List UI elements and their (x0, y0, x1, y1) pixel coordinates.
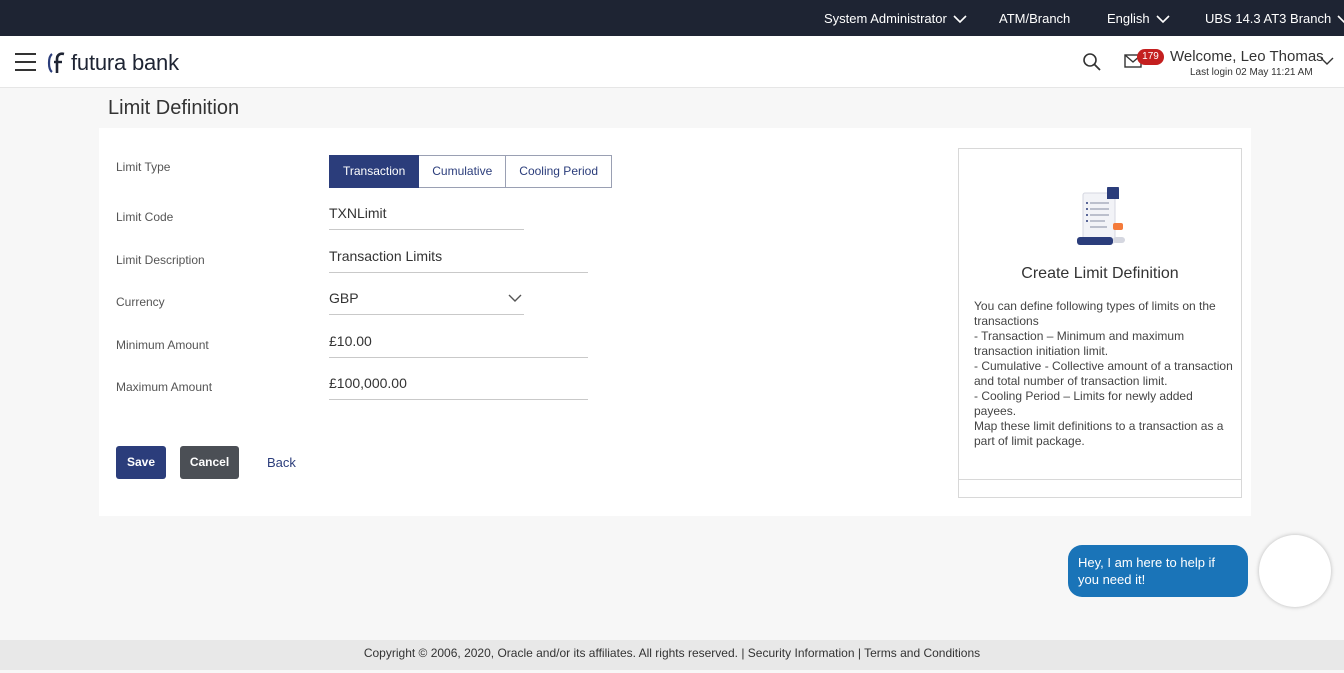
location-label: ATM/Branch (999, 11, 1071, 26)
help-line: You can define following types of limits… (974, 299, 1216, 328)
tab-cumulative[interactable]: Cumulative (419, 155, 507, 188)
language-label: English (1107, 11, 1150, 26)
app-header: futura bank 179 Welcome, Leo Thomas Last… (0, 36, 1344, 88)
top-bar: System Administrator ATM/Branch English … (0, 0, 1344, 36)
copyright-text: Copyright © 2006, 2020, Oracle and/or it… (363, 646, 738, 660)
branch-dropdown[interactable]: UBS 14.3 AT3 Branch (1205, 11, 1344, 26)
branch-label: UBS 14.3 AT3 Branch (1205, 11, 1332, 26)
chevron-down-icon (1337, 14, 1344, 23)
chevron-down-icon (953, 14, 967, 23)
help-line: - Cumulative - Collective amount of a tr… (974, 359, 1233, 388)
divider (959, 479, 1241, 480)
maximum-amount-label: Maximum Amount (116, 380, 213, 394)
chatbot-avatar[interactable] (1259, 535, 1331, 607)
welcome-text: Welcome, Leo Thomas (1170, 48, 1324, 65)
help-line: - Transaction – Minimum and maximum tran… (974, 329, 1185, 358)
terms-and-conditions-link[interactable]: Terms and Conditions (864, 646, 980, 660)
cancel-button[interactable]: Cancel (180, 446, 239, 479)
footer: Copyright © 2006, 2020, Oracle and/or it… (0, 640, 1344, 670)
currency-value: GBP (329, 290, 359, 306)
limit-type-selector: Transaction Cumulative Cooling Period (329, 155, 612, 188)
chevron-down-icon (1156, 14, 1170, 23)
help-title: Create Limit Definition (1021, 265, 1179, 282)
brand-name: futura bank (71, 50, 179, 75)
search-icon[interactable] (1082, 52, 1102, 72)
limit-description-field[interactable]: Transaction Limits (329, 243, 588, 273)
tab-transaction[interactable]: Transaction (329, 155, 420, 188)
role-label: System Administrator (824, 11, 947, 26)
maximum-amount-field[interactable]: £100,000.00 (329, 370, 588, 400)
brand-logo[interactable]: futura bank (46, 50, 179, 76)
tab-cooling-period[interactable]: Cooling Period (506, 155, 612, 188)
limit-description-label: Limit Description (116, 253, 205, 267)
location-link[interactable]: ATM/Branch (999, 11, 1070, 26)
security-information-link[interactable]: Security Information (748, 646, 855, 660)
chevron-down-icon (508, 294, 522, 302)
limit-code-label: Limit Code (116, 210, 174, 224)
currency-select[interactable]: GBP (329, 285, 524, 315)
currency-label: Currency (116, 295, 165, 309)
limit-definition-form: Limit Type Transaction Cumulative Coolin… (99, 128, 1251, 516)
limit-type-label: Limit Type (116, 160, 171, 174)
chevron-down-icon[interactable] (1320, 56, 1334, 66)
last-login-text: Last login 02 May 11:21 AM (1190, 67, 1313, 78)
back-link[interactable]: Back (267, 455, 296, 470)
role-dropdown[interactable]: System Administrator (824, 11, 967, 26)
help-line: - Cooling Period – Limits for newly adde… (974, 389, 1193, 418)
help-panel: Create Limit Definition You can define f… (958, 148, 1242, 498)
minimum-amount-label: Minimum Amount (116, 338, 209, 352)
menu-icon[interactable] (15, 53, 36, 71)
help-line: Map these limit definitions to a transac… (974, 419, 1224, 448)
minimum-amount-field[interactable]: £10.00 (329, 328, 588, 358)
notification-badge[interactable]: 179 (1137, 49, 1164, 65)
limit-illustration-icon (1077, 187, 1125, 245)
language-dropdown[interactable]: English (1107, 11, 1170, 26)
save-button[interactable]: Save (116, 446, 166, 479)
page-title: Limit Definition (108, 97, 240, 119)
chat-bubble[interactable]: Hey, I am here to help if you need it! (1068, 545, 1248, 597)
limit-code-field[interactable]: TXNLimit (329, 200, 524, 230)
help-description: You can define following types of limits… (974, 299, 1236, 449)
futura-logo-icon (47, 52, 65, 73)
